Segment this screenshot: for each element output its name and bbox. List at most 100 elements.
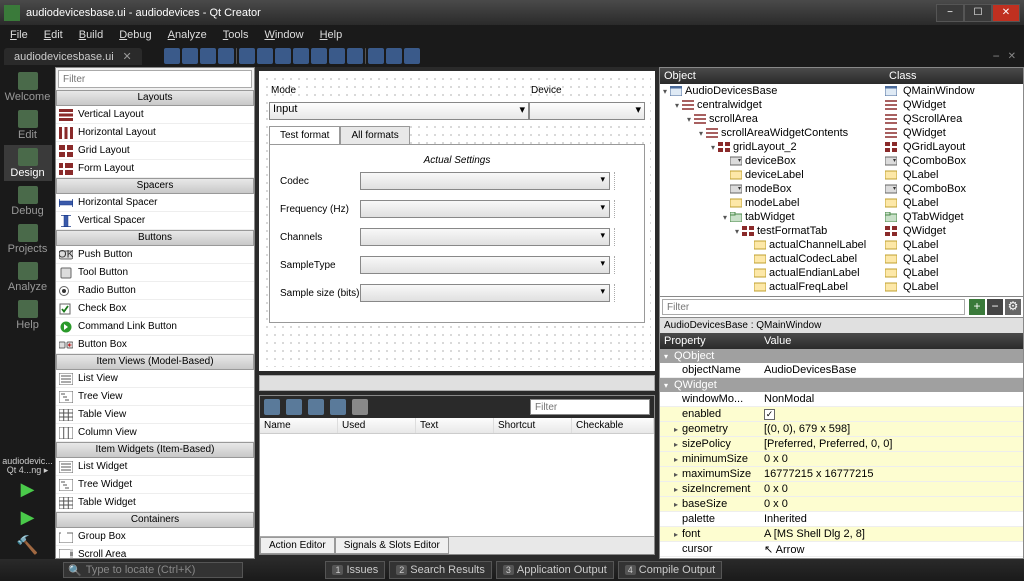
setting-combobox[interactable] [360, 172, 610, 190]
collapse-icon[interactable]: ▾ [664, 381, 674, 390]
mode-combobox[interactable]: Input▾ [269, 102, 529, 120]
mode-help[interactable]: Help [4, 297, 52, 333]
run-button[interactable]: ▶ [8, 475, 48, 503]
toolbar-icon[interactable] [347, 48, 363, 64]
widget-item[interactable]: Horizontal Spacer [56, 194, 254, 212]
document-tab[interactable]: audiodevicesbase.ui ✕ [4, 48, 142, 65]
toolbar-icon[interactable] [329, 48, 345, 64]
property-group[interactable]: ▾QWidget [660, 378, 1023, 392]
widget-item[interactable]: Horizontal Layout [56, 124, 254, 142]
object-tree-row[interactable]: modeLabelQLabel [660, 196, 1023, 210]
paste-action-icon[interactable] [308, 399, 324, 415]
property-row[interactable]: ▸geometry[(0, 0), 679 x 598] [660, 422, 1023, 437]
class-column-header[interactable]: Class [885, 68, 1023, 84]
action-filter[interactable] [530, 399, 650, 415]
device-combobox[interactable]: ▾ [529, 102, 645, 120]
form-tab[interactable]: Test format [269, 126, 340, 144]
toolbar-icon[interactable] [368, 48, 384, 64]
value-column-header[interactable]: Value [760, 333, 1023, 349]
property-row[interactable]: ▸sizeIncrement0 x 0 [660, 482, 1023, 497]
mode-welcome[interactable]: Welcome [4, 69, 52, 105]
object-column-header[interactable]: Object [660, 68, 885, 84]
menu-window[interactable]: Window [258, 27, 309, 43]
setting-combobox[interactable] [360, 256, 610, 274]
widget-item[interactable]: Tree Widget [56, 476, 254, 494]
form-tab[interactable]: All formats [340, 126, 409, 144]
panel-close-icon[interactable]: − [993, 49, 1000, 63]
action-column-header[interactable]: Name [260, 418, 338, 433]
widget-item[interactable]: Push Button [56, 246, 254, 264]
panel-x-icon[interactable]: ✕ [1008, 51, 1016, 62]
config-action-icon[interactable] [352, 399, 368, 415]
mode-analyze[interactable]: Analyze [4, 259, 52, 295]
widget-item[interactable]: Vertical Layout [56, 106, 254, 124]
expand-icon[interactable]: ▸ [674, 440, 682, 449]
close-button[interactable]: ✕ [992, 4, 1020, 22]
maximize-button[interactable]: ☐ [964, 4, 992, 22]
widget-item[interactable]: Command Link Button [56, 318, 254, 336]
toolbar-icon[interactable] [182, 48, 198, 64]
collapse-icon[interactable]: ▾ [664, 352, 674, 361]
tree-expand-icon[interactable]: ▾ [732, 227, 742, 236]
property-row[interactable]: cursor↖ Arrow [660, 542, 1023, 557]
toolbar-icon[interactable] [311, 48, 327, 64]
locator-input[interactable]: 🔍 Type to locate (Ctrl+K) [63, 562, 243, 578]
object-tree-row[interactable]: ▾scrollAreaQScrollArea [660, 112, 1023, 126]
property-row[interactable]: windowMo...NonModal [660, 392, 1023, 407]
object-tree-row[interactable]: ▾scrollAreaWidgetContentsQWidget [660, 126, 1023, 140]
output-tab[interactable]: 3Application Output [496, 561, 614, 579]
action-column-header[interactable]: Used [338, 418, 416, 433]
widgetbox-section[interactable]: Containers [56, 512, 254, 528]
widgetbox-section[interactable]: Layouts [56, 90, 254, 106]
expand-icon[interactable]: ▸ [674, 530, 682, 539]
widget-item[interactable]: Check Box [56, 300, 254, 318]
object-tree-row[interactable]: ▾AudioDevicesBaseQMainWindow [660, 84, 1023, 98]
horizontal-scrollbar[interactable] [259, 375, 655, 391]
mode-debug[interactable]: Debug [4, 183, 52, 219]
property-config-button[interactable]: ⚙ [1005, 299, 1021, 315]
object-tree-row[interactable]: actualCodecLabelQLabel [660, 252, 1023, 266]
copy-action-icon[interactable] [286, 399, 302, 415]
menu-tools[interactable]: Tools [217, 27, 255, 43]
expand-icon[interactable]: ▸ [674, 425, 682, 434]
widget-item[interactable]: Tool Button [56, 264, 254, 282]
add-property-button[interactable]: + [969, 299, 985, 315]
widget-item[interactable]: Group Box [56, 528, 254, 546]
property-row[interactable]: paletteInherited [660, 512, 1023, 527]
output-tab[interactable]: 1Issues [325, 561, 385, 579]
widgetbox-section[interactable]: Item Views (Model-Based) [56, 354, 254, 370]
property-row[interactable]: ▸sizePolicy[Preferred, Preferred, 0, 0] [660, 437, 1023, 452]
editor-tab[interactable]: Action Editor [260, 537, 335, 554]
property-group[interactable]: ▾QObject [660, 349, 1023, 363]
widget-item[interactable]: Table View [56, 406, 254, 424]
tree-expand-icon[interactable]: ▾ [720, 213, 730, 222]
menu-edit[interactable]: Edit [38, 27, 69, 43]
setting-combobox[interactable] [360, 200, 610, 218]
setting-combobox[interactable] [360, 284, 610, 302]
tree-expand-icon[interactable]: ▾ [660, 87, 670, 96]
widgetbox-section[interactable]: Buttons [56, 230, 254, 246]
property-row[interactable]: ▸baseSize0 x 0 [660, 497, 1023, 512]
object-tree-row[interactable]: ▾gridLayout_2QGridLayout [660, 140, 1023, 154]
widget-item[interactable]: Column View [56, 424, 254, 442]
expand-icon[interactable]: ▸ [674, 470, 682, 479]
output-tab[interactable]: 2Search Results [389, 561, 492, 579]
delete-action-icon[interactable] [330, 399, 346, 415]
output-tab[interactable]: 4Compile Output [618, 561, 722, 579]
expand-icon[interactable]: ▸ [674, 455, 682, 464]
object-tree-row[interactable]: actualEndianLabelQLabel [660, 266, 1023, 280]
widget-item[interactable]: List View [56, 370, 254, 388]
object-tree-row[interactable]: modeBoxQComboBox [660, 182, 1023, 196]
tree-expand-icon[interactable]: ▾ [684, 115, 694, 124]
widgetbox-section[interactable]: Spacers [56, 178, 254, 194]
menu-debug[interactable]: Debug [113, 27, 157, 43]
build-button[interactable]: 🔨 [8, 531, 48, 559]
widget-item[interactable]: Grid Layout [56, 142, 254, 160]
widget-item[interactable]: List Widget [56, 458, 254, 476]
widget-item[interactable]: Vertical Spacer [56, 212, 254, 230]
action-list[interactable] [260, 434, 654, 536]
setting-combobox[interactable] [360, 228, 610, 246]
editor-tab[interactable]: Signals & Slots Editor [335, 537, 449, 554]
menu-file[interactable]: File [4, 27, 34, 43]
expand-icon[interactable]: ▸ [674, 500, 682, 509]
